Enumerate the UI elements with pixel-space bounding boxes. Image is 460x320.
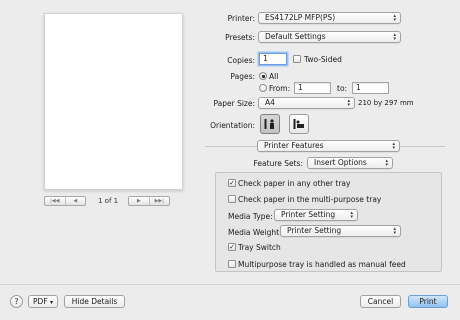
manual-feed-label: Multipurpose tray is handled as manual f… <box>238 260 406 269</box>
previous-page-icon[interactable]: ◀ <box>66 197 86 205</box>
manual-feed-checkbox[interactable] <box>228 260 236 268</box>
media-type-popup[interactable]: Printer Setting ▴ ▾ <box>274 209 358 221</box>
two-sided-label: Two-Sided <box>304 55 342 64</box>
help-button[interactable]: ? <box>10 295 23 308</box>
check-multi-tray-checkbox[interactable] <box>228 195 236 203</box>
printer-value: ES4172LP MFP(PS) <box>265 13 336 22</box>
pages-from-label: From: <box>269 84 291 93</box>
media-weight-label: Media Weight: <box>228 228 282 237</box>
pages-all-radio[interactable] <box>259 72 267 80</box>
portrait-orientation-button[interactable] <box>260 114 280 134</box>
paper-size-value: A4 <box>265 98 275 107</box>
popup-arrows-icon: ▴ ▾ <box>393 13 396 23</box>
print-preview-page <box>44 13 183 190</box>
hide-details-button[interactable]: Hide Details <box>64 295 125 308</box>
media-type-value: Printer Setting <box>281 210 336 219</box>
feature-sets-label: Feature Sets: <box>253 159 303 168</box>
popup-arrows-icon: ▴ ▾ <box>393 226 396 236</box>
pages-from-field[interactable]: 1 <box>294 82 331 94</box>
last-page-icon[interactable]: ▶▶| <box>150 197 170 205</box>
pages-to-label: to: <box>337 84 348 93</box>
landscape-orientation-icon <box>293 119 304 129</box>
popup-arrows-icon: ▴ ▾ <box>393 32 396 42</box>
media-weight-popup[interactable]: Printer Setting ▴ ▾ <box>280 225 401 237</box>
footer-divider <box>0 284 460 285</box>
preview-back-nav: |◀◀ ◀ <box>44 196 86 206</box>
tray-switch-checkbox[interactable]: ✓ <box>228 243 236 251</box>
presets-label: Presets: <box>225 33 255 42</box>
chevron-down-icon: ▾ <box>50 299 54 306</box>
printer-label: Printer: <box>227 14 255 23</box>
popup-arrows-icon: ▴ ▾ <box>392 141 395 151</box>
popup-arrows-icon: ▴ ▾ <box>385 158 388 168</box>
page-indicator: 1 of 1 <box>98 197 119 205</box>
popup-arrows-icon: ▴ ▾ <box>350 210 353 220</box>
two-sided-checkbox[interactable] <box>293 55 301 63</box>
printer-popup[interactable]: ES4172LP MFP(PS) ▴ ▾ <box>258 12 401 24</box>
section-value: Printer Features <box>264 141 324 150</box>
feature-sets-value: Insert Options <box>314 158 367 167</box>
print-button[interactable]: Print <box>408 295 448 308</box>
copies-label: Copies: <box>227 56 255 65</box>
feature-sets-popup[interactable]: Insert Options ▴ ▾ <box>307 157 393 169</box>
next-page-icon[interactable]: ▶ <box>129 197 150 205</box>
pages-from-radio[interactable] <box>259 84 267 92</box>
check-other-tray-checkbox[interactable]: ✓ <box>228 179 236 187</box>
presets-popup[interactable]: Default Settings ▴ ▾ <box>258 31 401 43</box>
preview-forward-nav: ▶ ▶▶| <box>128 196 170 206</box>
paper-dimensions: 210 by 297 mm <box>358 99 414 107</box>
presets-value: Default Settings <box>265 32 326 41</box>
pdf-label: PDF <box>32 297 48 306</box>
paper-size-label: Paper Size: <box>213 99 255 108</box>
section-popup[interactable]: Printer Features ▴ ▾ <box>257 140 400 152</box>
check-other-tray-label: Check paper in any other tray <box>238 179 351 188</box>
popup-arrows-icon: ▴ ▾ <box>347 98 350 108</box>
tray-switch-label: Tray Switch <box>238 243 281 252</box>
first-page-icon[interactable]: |◀◀ <box>45 197 66 205</box>
orientation-label: Orientation: <box>210 121 255 130</box>
landscape-orientation-button[interactable] <box>289 114 309 134</box>
pages-all-label: All <box>269 72 279 81</box>
paper-size-popup[interactable]: A4 ▴ ▾ <box>258 97 355 109</box>
pages-label: Pages: <box>230 72 255 81</box>
portrait-orientation-icon <box>264 119 274 129</box>
cancel-button[interactable]: Cancel <box>360 295 401 308</box>
pages-to-field[interactable]: 1 <box>352 82 389 94</box>
pdf-menu-button[interactable]: PDF ▾ <box>28 295 58 308</box>
copies-field[interactable]: 1 <box>259 53 287 65</box>
media-weight-value: Printer Setting <box>287 226 342 235</box>
check-multi-tray-label: Check paper in the multi-purpose tray <box>238 195 382 204</box>
media-type-label: Media Type: <box>228 212 273 221</box>
